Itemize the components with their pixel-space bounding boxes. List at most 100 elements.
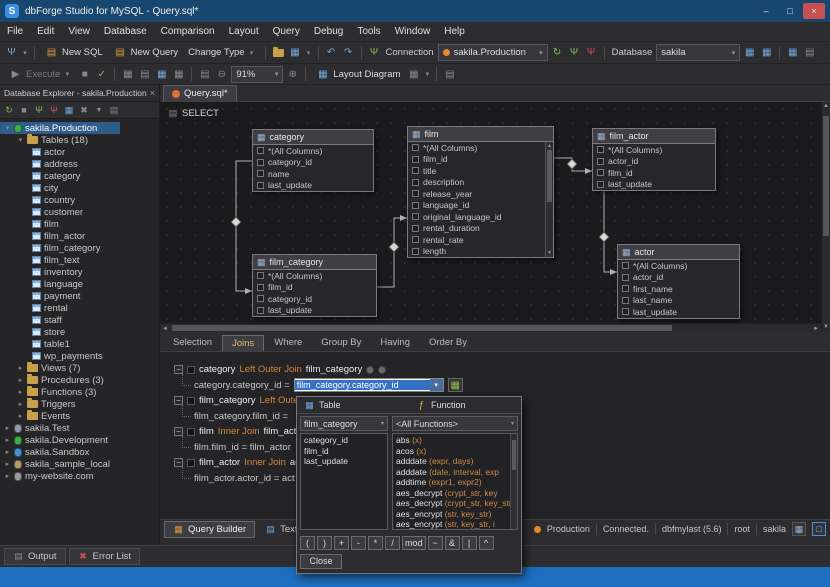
expander-icon[interactable]: ▸: [17, 400, 24, 408]
diagram-table-header[interactable]: ▦category: [253, 130, 373, 145]
menu-item[interactable]: Database: [97, 22, 154, 42]
diagram-table-header[interactable]: ▦actor: [618, 245, 739, 260]
scroll-down-icon[interactable]: ▼: [823, 323, 829, 332]
layout-options-icon[interactable]: ▦: [406, 67, 421, 82]
join-option-icon[interactable]: [378, 366, 386, 374]
column-checkbox[interactable]: [597, 169, 604, 176]
tree-node-table[interactable]: city: [0, 182, 159, 194]
column-row[interactable]: last_name: [618, 295, 739, 307]
function-list-item[interactable]: aes_encrypt (str, key_str): [393, 509, 517, 520]
scroll-up-icon[interactable]: ▲: [823, 102, 829, 111]
refresh-icon[interactable]: ↻: [2, 103, 16, 117]
popup-function-tab[interactable]: ƒ Function: [409, 397, 521, 413]
expander-icon[interactable]: ▸: [4, 448, 11, 456]
tab-error-list[interactable]: ✖ Error List: [69, 548, 141, 565]
column-row[interactable]: film_id: [253, 282, 376, 294]
column-checkbox[interactable]: [257, 170, 264, 177]
diagram-page-icon[interactable]: ▦: [120, 67, 135, 82]
column-row[interactable]: rental_duration: [408, 223, 545, 235]
diagram-table-film[interactable]: ▦film *(All Columns)film_idtitledescript…: [407, 126, 554, 258]
column-checkbox[interactable]: [597, 158, 604, 165]
tree-node-table[interactable]: film_category: [0, 242, 159, 254]
redo-icon[interactable]: ↷: [341, 45, 356, 60]
menu-item[interactable]: Window: [388, 22, 438, 42]
operator-button[interactable]: ~: [428, 536, 443, 550]
tree-node-connection-test[interactable]: ▸ sakila.Test: [0, 422, 159, 434]
diagram-table-category[interactable]: ▦category *(All Columns)category_idnamel…: [252, 129, 374, 192]
column-row[interactable]: rental_rate: [408, 234, 545, 246]
tree-node-table[interactable]: language: [0, 278, 159, 290]
column-row[interactable]: *(All Columns): [253, 270, 376, 282]
column-checkbox[interactable]: [412, 248, 419, 255]
column-list-item[interactable]: film_id: [301, 446, 387, 457]
column-checkbox[interactable]: [412, 236, 419, 243]
operator-button[interactable]: ): [317, 536, 332, 550]
column-checkbox[interactable]: [412, 144, 419, 151]
expander-icon[interactable]: ▸: [4, 460, 11, 468]
tab-query-builder[interactable]: ▦ Query Builder: [164, 521, 255, 538]
expander-icon[interactable]: ▾: [17, 136, 24, 144]
tree-node-table[interactable]: staff: [0, 314, 159, 326]
disconnect-icon[interactable]: Ψ: [47, 103, 61, 117]
column-row[interactable]: actor_id: [593, 156, 715, 168]
column-row[interactable]: *(All Columns): [618, 260, 739, 272]
column-checkbox[interactable]: [622, 308, 629, 315]
remove-table-icon[interactable]: ▦: [171, 67, 186, 82]
column-row[interactable]: title: [408, 165, 545, 177]
scroll-right-icon[interactable]: ►: [813, 325, 819, 334]
column-checkbox[interactable]: [412, 156, 419, 163]
full-screen-view-icon[interactable]: □: [812, 522, 826, 536]
tree-node-table[interactable]: customer: [0, 206, 159, 218]
tree-node-tables-folder[interactable]: ▾ Tables (18): [0, 134, 159, 146]
menu-item[interactable]: Query: [266, 22, 307, 42]
tree-node-table[interactable]: actor: [0, 146, 159, 158]
menu-item[interactable]: Edit: [30, 22, 61, 42]
change-type-button[interactable]: Change Type▾: [184, 44, 259, 62]
table-source-select[interactable]: film_category ▾: [300, 416, 388, 431]
tab-having[interactable]: Having: [371, 335, 419, 351]
function-list-item[interactable]: addtime (expr1, expr2): [393, 477, 517, 488]
diagram-print-icon[interactable]: ▤: [137, 67, 152, 82]
zoom-select[interactable]: 91% ▾: [231, 66, 283, 83]
diagram-horizontal-scrollbar[interactable]: ◄ ►: [160, 323, 821, 332]
table-columns-list[interactable]: category_idfilm_idlast_update: [300, 433, 388, 530]
tab-output[interactable]: ▤ Output: [4, 548, 66, 565]
function-list-item[interactable]: adddate (date, interval, exp: [393, 467, 517, 478]
tab-group-by[interactable]: Group By: [312, 335, 370, 351]
popup-table-tab[interactable]: ▦ Table: [297, 397, 409, 413]
tree-node-table[interactable]: table1: [0, 338, 159, 350]
maximize-button[interactable]: □: [779, 3, 801, 19]
tree-node-table[interactable]: rental: [0, 302, 159, 314]
menu-item[interactable]: File: [0, 22, 30, 42]
tab-selection[interactable]: Selection: [164, 335, 221, 351]
diagram-canvas[interactable]: ▤ SELECT: [160, 102, 821, 323]
expander-icon[interactable]: ▾: [4, 124, 11, 132]
close-popup-button[interactable]: Close: [300, 554, 342, 569]
expander-icon[interactable]: ▸: [17, 364, 24, 372]
function-list-item[interactable]: aes_decrypt (crypt_str, key: [393, 488, 517, 499]
column-checkbox[interactable]: [412, 225, 419, 232]
column-row[interactable]: last_update: [253, 180, 373, 192]
expander-icon[interactable]: ▸: [17, 388, 24, 396]
close-panel-icon[interactable]: ×: [150, 88, 155, 98]
diagram-view-icon[interactable]: ▦: [759, 45, 774, 60]
diagram-table-film-actor[interactable]: ▦film_actor *(All Columns)actor_idfilm_i…: [592, 128, 716, 191]
function-list-item[interactable]: abs (x): [393, 435, 517, 446]
column-row[interactable]: description: [408, 177, 545, 189]
save-icon[interactable]: ▦: [288, 45, 303, 60]
diagram-options-icon[interactable]: ▤: [442, 67, 457, 82]
tree-node-folder[interactable]: ▸ Events: [0, 410, 159, 422]
scroll-left-icon[interactable]: ◄: [162, 325, 168, 334]
options-icon[interactable]: ▤: [107, 103, 121, 117]
column-checkbox[interactable]: [622, 262, 629, 269]
column-checkbox[interactable]: [412, 167, 419, 174]
connection-select[interactable]: sakila.Production ▾: [438, 44, 548, 61]
builder-view-icon[interactable]: ▦: [792, 522, 806, 536]
tree-node-folder[interactable]: ▸ Functions (3): [0, 386, 159, 398]
diagram-vertical-scrollbar[interactable]: ▲ ▼: [821, 102, 830, 332]
stop-refresh-icon[interactable]: ■: [17, 103, 31, 117]
operator-button[interactable]: (: [300, 536, 315, 550]
pan-icon[interactable]: ▤: [197, 67, 212, 82]
tab-order-by[interactable]: Order By: [420, 335, 476, 351]
column-row[interactable]: length: [408, 246, 545, 258]
